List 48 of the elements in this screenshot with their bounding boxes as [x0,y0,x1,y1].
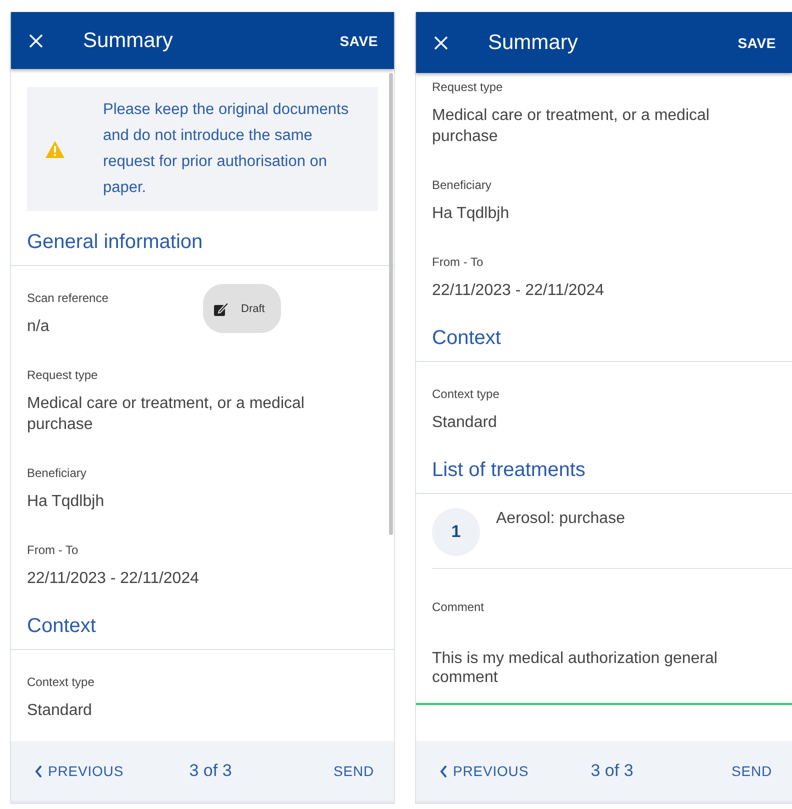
comment-field[interactable]: Comment This is my medical authorization general comment [416,569,792,705]
chevron-left-icon [35,764,43,778]
field-label: Beneficiary [432,177,492,193]
field-value: Ha Tqdlbjh [432,204,510,224]
close-icon [28,32,44,48]
field-label: Comment [432,599,486,615]
page-indicator: 3 of 3 [590,761,634,781]
field-value: Medical care or treatment, or a medical purchase [27,394,306,435]
field-value: Ha Tqdlbjh [27,492,106,512]
previous-button[interactable]: PREVIOUS [440,763,529,779]
send-button[interactable]: SEND [334,763,374,779]
close-button[interactable] [432,34,450,52]
warning-icon [45,140,65,158]
comment-text: This is my medical authorization general comment [432,649,718,687]
field-value: 22/11/2023 - 22/11/2024 [432,281,605,301]
field-value: n/a [27,317,50,337]
field-value: Standard [27,701,93,721]
field-label: From - To [27,542,80,558]
treatment-name: Aerosol: purchase [496,510,625,528]
previous-button[interactable]: PREVIOUS [35,763,124,779]
field-label: Scan reference [27,290,110,306]
section-heading: Context [27,614,97,639]
field-label: Request type [27,367,99,383]
close-icon [433,34,449,50]
number-circle: 1 [432,508,480,556]
save-button[interactable]: SAVE [340,32,378,48]
field-value: Standard [432,413,498,433]
field-label: From - To [432,254,484,270]
scrollbar[interactable] [389,73,393,535]
field-value: Medical care or treatment, or a medical purchase [432,106,710,147]
section-heading: List of treatments [432,458,586,483]
section-heading: Context [432,326,502,351]
field-label: Request type [432,79,504,95]
notice-text: Please keep the original documents and do not introduce the same request for prior authorisation on paper. [103,100,350,198]
field-label: Context type [432,386,500,402]
field-label: Beneficiary [27,465,88,481]
field-value: 22/11/2023 - 22/11/2024 [27,569,200,589]
edit-icon [213,300,229,316]
screen-title: Summary [488,30,579,54]
send-button[interactable]: SEND [732,763,772,779]
section-heading: General information [27,230,204,255]
page-indicator: 3 of 3 [188,761,233,781]
save-button[interactable]: SAVE [738,34,776,50]
draft-chip: Draft [203,284,281,333]
chevron-left-icon [440,764,448,778]
field-label: Context type [27,674,96,690]
screen-title: Summary [83,28,174,52]
close-button[interactable] [27,32,45,50]
